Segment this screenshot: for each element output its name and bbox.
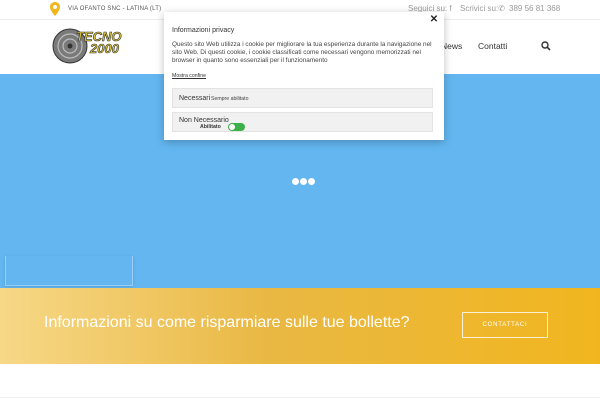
privacy-modal-body: Questo sito Web utilizza i cookie per mi… bbox=[172, 41, 432, 65]
cookie-option-necessary-status: Sempre abilitato bbox=[211, 96, 249, 102]
cta-text: Informazioni su come risparmiare sulle t… bbox=[44, 314, 410, 331]
write-us-link[interactable]: Scrivici su:✆ bbox=[460, 4, 505, 13]
divider bbox=[0, 397, 600, 398]
toggle-knob bbox=[229, 124, 235, 130]
site-logo[interactable]: TECNO 2000 bbox=[52, 28, 132, 64]
logo-text-line2: 2000 bbox=[90, 41, 120, 56]
whatsapp-icon: ✆ bbox=[498, 4, 505, 13]
loading-dots-icon bbox=[292, 177, 316, 186]
cookie-option-non-necessary-label: Non Necessario bbox=[179, 117, 229, 124]
nav-item-contatti[interactable]: Contatti bbox=[478, 41, 507, 51]
phone-number[interactable]: 389 56 81 368 bbox=[509, 4, 560, 13]
contact-button[interactable]: CONTATTACI bbox=[462, 312, 548, 338]
write-us-label: Scrivici su: bbox=[460, 4, 499, 13]
show-more-link[interactable]: Mostra confine bbox=[172, 73, 206, 79]
address-text: VIA OFANTO SNC - LATINA (LT) bbox=[68, 6, 162, 12]
privacy-modal-title: Informazioni privacy bbox=[172, 27, 235, 34]
nav-item-news[interactable]: News bbox=[441, 41, 462, 51]
cookie-option-non-necessary-status: Abilitato bbox=[200, 124, 221, 130]
cookie-option-necessary-label: Necessari bbox=[179, 95, 211, 102]
bottom-section bbox=[0, 364, 600, 400]
facebook-icon: f bbox=[449, 4, 452, 13]
close-icon[interactable]: ✕ bbox=[429, 15, 439, 25]
search-icon[interactable] bbox=[541, 41, 551, 51]
page: VIA OFANTO SNC - LATINA (LT) Seguici su:… bbox=[0, 0, 600, 400]
hero-side-panel bbox=[5, 256, 133, 286]
map-pin-icon bbox=[50, 2, 60, 16]
